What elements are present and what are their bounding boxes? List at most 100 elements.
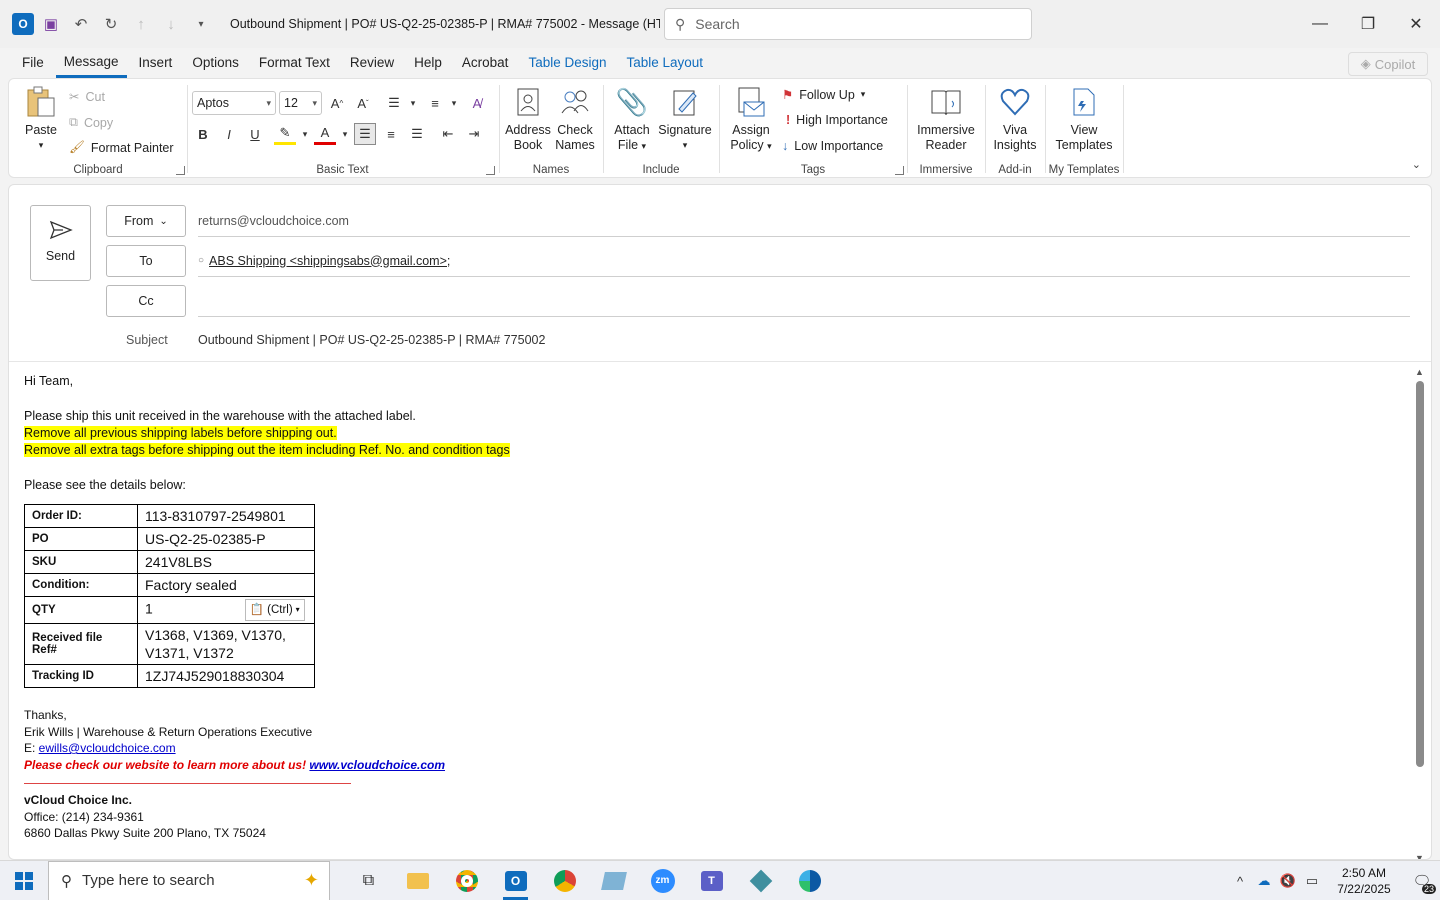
chevron-down-icon[interactable]: ▾ [294,123,316,145]
chrome-icon[interactable] [442,861,491,900]
search-box[interactable]: ⚲ Search [664,8,1032,40]
restore-icon[interactable]: ❐ [1344,0,1392,48]
from-button[interactable]: From ⌄ [106,205,186,237]
collapse-ribbon-icon[interactable]: ⌄ [1412,158,1421,171]
high-importance-button[interactable]: ! High Importance [786,113,888,127]
copilot-button[interactable]: ◈ Copilot [1348,52,1428,76]
volume-icon[interactable]: 🔇 [1276,861,1300,900]
clipboard-launcher-icon[interactable] [176,166,185,175]
chevron-down-icon[interactable]: ▾ [443,92,465,114]
shrink-font-icon[interactable]: Aˇ [352,92,374,114]
attach-file-button[interactable]: 📎 Attach File ▾ [610,85,654,154]
onedrive-icon[interactable]: ☁ [1252,861,1276,900]
sig-email-link[interactable]: ewills@vcloudchoice.com [39,741,176,755]
save-icon[interactable]: ▣ [38,11,64,37]
chrome-profile-icon[interactable] [540,861,589,900]
previous-item-icon[interactable]: ↑ [128,11,154,37]
tab-help[interactable]: Help [406,48,450,78]
outlook-icon[interactable]: O [491,861,540,900]
teams-icon[interactable]: T [687,861,736,900]
align-left-icon[interactable]: ☰ [354,123,376,145]
tab-format-text[interactable]: Format Text [251,48,338,78]
app-diamond-icon[interactable] [736,861,785,900]
tab-table-design[interactable]: Table Design [520,48,614,78]
customize-toolbar-icon[interactable]: ▾ [188,11,214,37]
close-icon[interactable]: ✕ [1392,0,1440,48]
to-recipient[interactable]: ABS Shipping <shippingsabs@gmail.com>; [209,254,450,268]
website-link[interactable]: www.vcloudchoice.com [309,758,445,772]
clear-formatting-icon[interactable]: A̸ [466,92,488,114]
paste-button[interactable]: Paste ▾ [21,85,61,153]
scroll-down-icon[interactable]: ▼ [1415,853,1424,859]
network-icon[interactable]: ▭ [1300,861,1324,900]
message-body[interactable]: Hi Team, Please ship this unit received … [24,373,1404,842]
remote-app-icon[interactable] [589,861,638,900]
tab-review[interactable]: Review [342,48,402,78]
highlight-icon[interactable]: ✎ [274,123,296,145]
subject-field[interactable]: Outbound Shipment | PO# US-Q2-25-02385-P… [198,333,545,347]
align-center-icon[interactable]: ≡ [380,123,402,145]
viva-insights-button[interactable]: Viva Insights [990,85,1040,153]
font-size-select[interactable]: 12 ▾ [279,91,322,115]
undo-icon[interactable]: ↶ [68,11,94,37]
tab-options[interactable]: Options [184,48,247,78]
table-key: Tracking ID [24,664,138,688]
windows-start-icon[interactable] [0,861,48,900]
assign-policy-button[interactable]: Assign Policy ▾ [726,85,776,154]
chevron-down-icon[interactable]: ▾ [334,123,356,145]
tags-launcher-icon[interactable] [895,166,904,175]
basic-text-launcher-icon[interactable] [486,166,495,175]
file-explorer-icon[interactable] [393,861,442,900]
to-button[interactable]: To [106,245,186,277]
redo-icon[interactable]: ↻ [98,11,124,37]
signature-button[interactable]: Signature ▾ [656,85,714,153]
scroll-up-icon[interactable]: ▲ [1415,367,1424,377]
grow-font-icon[interactable]: A ^ [326,92,348,114]
zoom-icon[interactable]: zm [638,861,687,900]
italic-icon[interactable]: I [218,123,240,145]
send-button[interactable]: Send [30,205,91,281]
check-names-button[interactable]: Check Names [552,85,598,153]
minimize-icon[interactable]: — [1296,0,1344,48]
to-field[interactable]: ○ ABS Shipping <shippingsabs@gmail.com>; [198,245,1410,277]
task-view-icon[interactable]: ⧉ [344,861,393,900]
taskbar-search[interactable]: ⚲ Type here to search ✦ [48,860,330,900]
cc-field[interactable] [198,285,1410,317]
next-item-icon[interactable]: ↓ [158,11,184,37]
low-importance-button[interactable]: ↓ Low Importance [782,139,883,153]
tab-insert[interactable]: Insert [131,48,181,78]
bold-icon[interactable]: B [192,123,214,145]
paste-options-button[interactable]: 📋 (Ctrl) ▾ [244,599,305,621]
cc-button[interactable]: Cc [106,285,186,317]
chevron-down-icon: ⌄ [159,215,168,227]
tab-file[interactable]: File [14,48,52,78]
chevron-up-icon[interactable]: ^ [1228,861,1252,900]
tab-acrobat[interactable]: Acrobat [454,48,517,78]
format-painter-button[interactable]: 🖌 Format Painter [69,140,174,155]
flag-icon: ⚑ [782,88,794,102]
tab-message[interactable]: Message [55,48,127,78]
from-field[interactable]: returns@vcloudchoice.com [198,205,1410,237]
edge-icon[interactable] [785,861,834,900]
decrease-indent-icon[interactable]: ⇤ [437,123,459,145]
address-book-button[interactable]: Address Book [504,85,552,153]
underline-icon[interactable]: U [244,123,266,145]
scroll-thumb[interactable] [1416,381,1424,767]
follow-up-button[interactable]: ⚑ Follow Up ▾ [782,87,865,103]
notifications-icon[interactable]: 🗨 23 [1404,861,1440,900]
increase-indent-icon[interactable]: ⇥ [463,123,485,145]
body-scrollbar[interactable]: ▲ ▼ [1415,367,1425,859]
chevron-down-icon[interactable]: ▾ [402,92,424,114]
immersive-reader-button[interactable]: Immersive Reader [912,85,980,153]
clock-date: 7/22/2025 [1337,882,1391,896]
details-table[interactable]: Order ID: 113-8310797-2549801 PO US-Q2-25-… [24,504,315,688]
tab-table-layout[interactable]: Table Layout [618,48,711,78]
paintbrush-icon: 🖌 [69,140,85,154]
font-color-icon[interactable]: A [314,123,336,145]
clock[interactable]: 2:50 AM 7/22/2025 [1324,865,1404,897]
align-right-icon[interactable]: ☰ [406,123,428,145]
copy-button[interactable]: ⧉ Copy [69,115,113,130]
view-templates-button[interactable]: View Templates [1050,85,1118,153]
font-name-select[interactable]: Aptos ▾ [192,91,276,115]
cut-button[interactable]: ✂ Cut [69,89,105,105]
